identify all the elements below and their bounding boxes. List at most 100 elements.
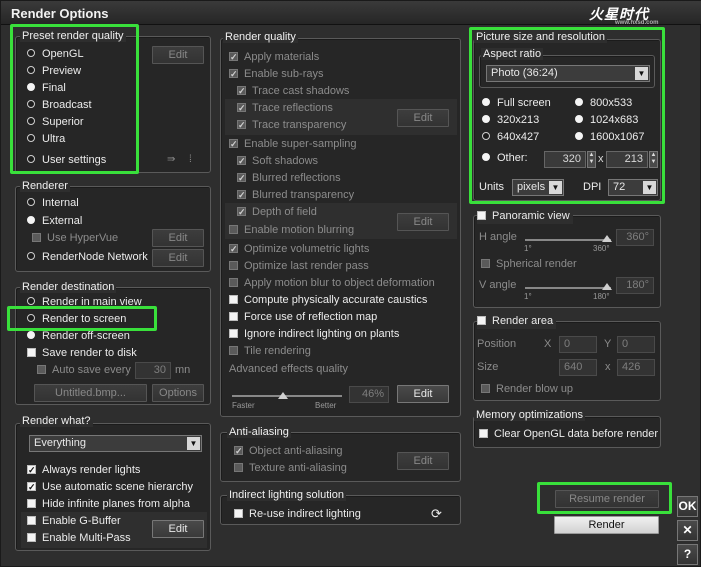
width-spinner[interactable]: ▲ ▼ — [587, 151, 596, 168]
reflection-map-checkbox[interactable]: Force use of reflection map — [229, 309, 377, 325]
aa-edit-button[interactable]: Edit — [397, 452, 449, 470]
render-button[interactable]: Render — [554, 516, 659, 534]
last-render-pass-checkbox[interactable]: Optimize last render pass — [229, 258, 369, 274]
render-what-group-title: Render what? — [20, 415, 93, 427]
preset-opengl[interactable]: OpenGL — [27, 46, 84, 62]
caustics-checkbox[interactable]: Compute physically accurate caustics — [229, 292, 427, 308]
preset-superior[interactable]: Superior — [27, 114, 84, 130]
auto-hierarchy-checkbox[interactable]: Use automatic scene hierarchy — [27, 479, 193, 495]
title-bar[interactable]: Render Options 火星时代 www.hxsd.com — [1, 1, 701, 26]
blow-up-checkbox[interactable]: Render blow up — [481, 381, 573, 397]
res-1024[interactable]: 1024x683 — [575, 112, 638, 128]
res-640[interactable]: 640x427 — [482, 129, 539, 145]
blurred-transparency-checkbox[interactable]: Blurred transparency — [237, 187, 354, 203]
panoramic-checkbox[interactable]: Panoramic view — [477, 208, 573, 224]
apply-materials-checkbox[interactable]: Apply materials — [229, 49, 319, 65]
height-input[interactable]: 213 — [606, 151, 648, 168]
tile-rendering-checkbox[interactable]: Tile rendering — [229, 343, 311, 359]
checkbox-icon — [37, 364, 46, 374]
area-x-input[interactable]: 0 — [559, 336, 597, 353]
use-hypervue-checkbox[interactable]: Use HyperVue — [32, 230, 118, 246]
renderer-external[interactable]: External — [27, 213, 82, 229]
res-other[interactable]: Other: — [482, 150, 528, 166]
area-height-input[interactable]: 426 — [617, 359, 655, 376]
filename-button[interactable]: Untitled.bmp... — [34, 384, 147, 402]
res-800[interactable]: 800x533 — [575, 95, 632, 111]
help-icon[interactable]: ? — [677, 544, 698, 565]
rendernode-edit-button[interactable]: Edit — [152, 249, 204, 267]
renderer-internal[interactable]: Internal — [27, 195, 79, 211]
trace-shadows-checkbox[interactable]: Trace cast shadows — [237, 83, 349, 99]
trace-transparency-checkbox[interactable]: Trace transparency — [237, 117, 346, 133]
v-angle-thumb[interactable] — [602, 283, 612, 290]
aspect-ratio-select[interactable]: Photo (36:24) ▼ — [486, 65, 650, 82]
preset-broadcast[interactable]: Broadcast — [27, 97, 92, 113]
depth-of-field-checkbox[interactable]: Depth of field — [237, 204, 317, 220]
motion-blur-deform-checkbox[interactable]: Apply motion blur to object deformation — [229, 275, 435, 291]
dest-main-view[interactable]: Render in main view — [27, 294, 142, 310]
area-width-input[interactable]: 640 — [559, 359, 597, 376]
auto-save-checkbox[interactable]: Auto save every — [37, 362, 131, 378]
preset-save-icon[interactable]: ⇛ — [167, 152, 175, 168]
ignore-indirect-checkbox[interactable]: Ignore indirect lighting on plants — [229, 326, 399, 342]
volumetric-lights-checkbox[interactable]: Optimize volumetric lights — [229, 241, 369, 257]
chevron-down-icon: ▼ — [187, 437, 200, 450]
units-select[interactable]: pixels ▼ — [512, 179, 564, 196]
auto-save-input[interactable]: 30 — [135, 362, 171, 379]
height-spinner[interactable]: ▲ ▼ — [649, 151, 658, 168]
dpi-select[interactable]: 72 ▼ — [608, 179, 658, 196]
renderer-rendernode[interactable]: RenderNode Network — [27, 249, 148, 265]
multipass-checkbox[interactable]: Enable Multi-Pass — [27, 530, 131, 546]
save-to-disk-checkbox[interactable]: Save render to disk — [27, 345, 137, 361]
clear-opengl-checkbox[interactable]: Clear OpenGL data before render — [479, 426, 658, 442]
spherical-checkbox[interactable]: Spherical render — [481, 256, 577, 272]
quality-slider-thumb[interactable] — [278, 392, 288, 399]
h-angle-thumb[interactable] — [602, 235, 612, 242]
radio-icon — [27, 66, 35, 75]
enable-subrays-checkbox[interactable]: Enable sub-rays — [229, 66, 324, 82]
res-1600[interactable]: 1600x1067 — [575, 129, 644, 145]
options-button[interactable]: Options — [152, 384, 204, 402]
res-full-screen[interactable]: Full screen — [482, 95, 551, 111]
always-render-lights-checkbox[interactable]: Always render lights — [27, 462, 140, 478]
render-what-select[interactable]: Everything ▼ — [29, 435, 202, 452]
close-icon[interactable]: ✕ — [677, 520, 698, 541]
gbuffer-checkbox[interactable]: Enable G-Buffer — [27, 513, 121, 529]
resume-render-button[interactable]: Resume render — [555, 490, 659, 508]
preset-preview[interactable]: Preview — [27, 63, 81, 79]
preset-ultra[interactable]: Ultra — [27, 131, 65, 147]
hypervue-edit-button[interactable]: Edit — [152, 229, 204, 247]
h-angle-field[interactable]: 360° — [616, 229, 654, 246]
hide-planes-checkbox[interactable]: Hide infinite planes from alpha — [27, 496, 190, 512]
gbuffer-edit-button[interactable]: Edit — [152, 520, 204, 538]
checkbox-icon — [479, 428, 488, 438]
trace-reflections-checkbox[interactable]: Trace reflections — [237, 100, 333, 116]
refresh-icon[interactable]: ⟳ — [431, 506, 442, 522]
ok-button[interactable]: OK — [677, 496, 698, 517]
preset-delete-icon[interactable]: ⁞ — [189, 152, 192, 168]
render-area-checkbox[interactable]: Render area — [477, 313, 557, 329]
width-input[interactable]: 320 — [544, 151, 586, 168]
supersampling-checkbox[interactable]: Enable super-sampling — [229, 136, 357, 152]
dest-to-screen[interactable]: Render to screen — [27, 311, 126, 327]
h-angle-slider[interactable] — [525, 239, 611, 241]
dof-edit-button[interactable]: Edit — [397, 213, 449, 231]
quality-edit-button[interactable]: Edit — [397, 385, 449, 403]
area-y-input[interactable]: 0 — [617, 336, 655, 353]
texture-aa-checkbox[interactable]: Texture anti-aliasing — [234, 460, 347, 476]
res-320[interactable]: 320x213 — [482, 112, 539, 128]
preset-final[interactable]: Final — [27, 80, 66, 96]
preset-edit-button[interactable]: Edit — [152, 46, 204, 64]
trace-edit-button[interactable]: Edit — [397, 109, 449, 127]
blurred-reflections-checkbox[interactable]: Blurred reflections — [237, 170, 341, 186]
reuse-indirect-checkbox[interactable]: Re-use indirect lighting — [234, 506, 361, 522]
soft-shadows-checkbox[interactable]: Soft shadows — [237, 153, 318, 169]
object-aa-checkbox[interactable]: Object anti-aliasing — [234, 443, 343, 459]
checkbox-icon — [229, 49, 238, 65]
preset-user-settings[interactable]: User settings — [27, 152, 106, 168]
motion-blurring-checkbox[interactable]: Enable motion blurring — [229, 222, 354, 238]
quality-value-field[interactable]: 46% — [349, 386, 389, 403]
dest-off-screen[interactable]: Render off-screen — [27, 328, 130, 344]
v-angle-field[interactable]: 180° — [616, 277, 654, 294]
v-angle-slider[interactable] — [525, 287, 611, 289]
